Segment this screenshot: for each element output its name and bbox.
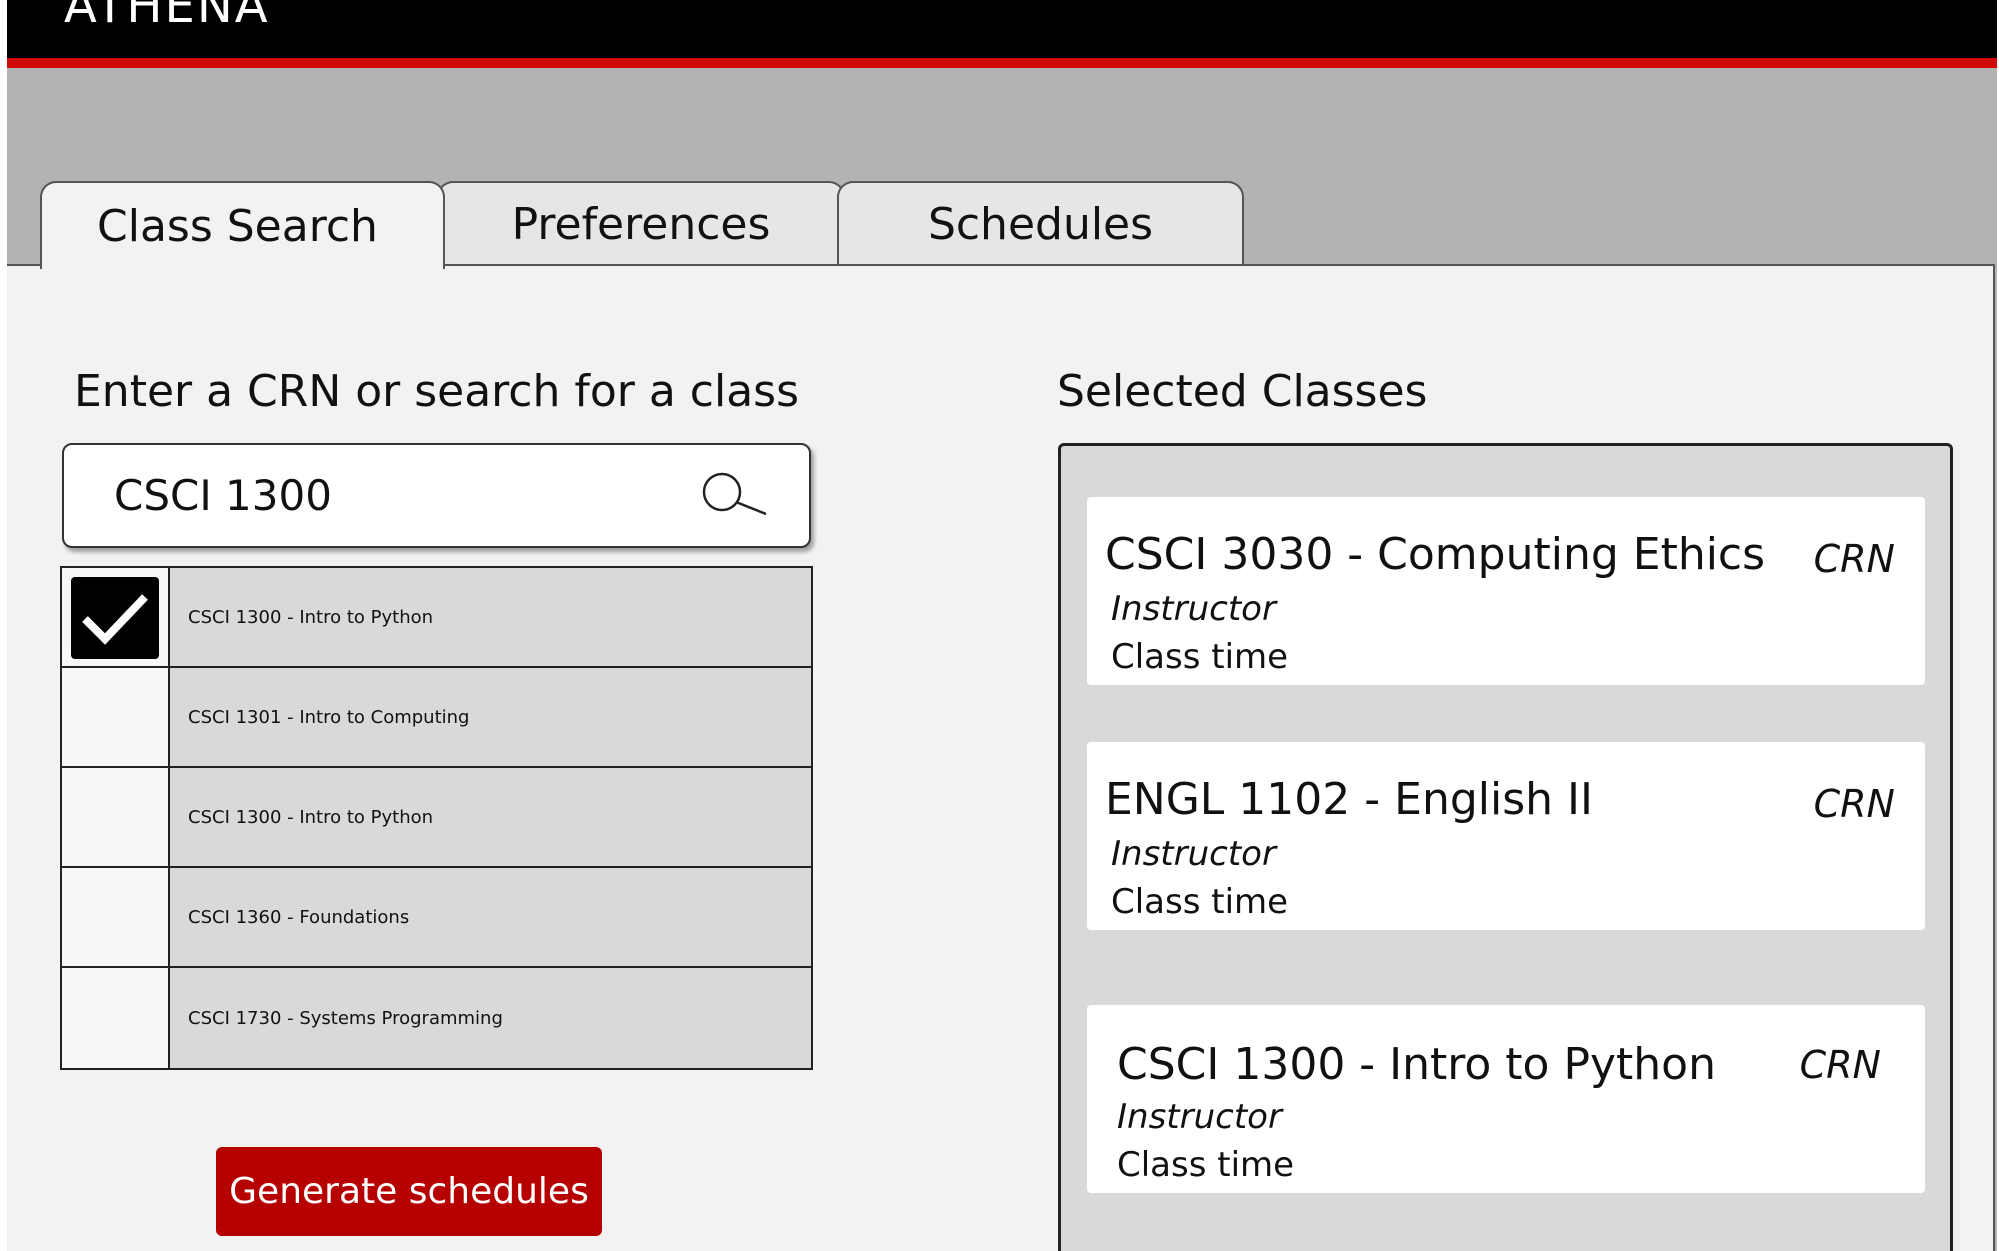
checkmark-icon (82, 594, 148, 645)
result-label[interactable]: CSCI 1300 - Intro to Python (170, 768, 811, 866)
tab-schedules[interactable]: Schedules (837, 181, 1244, 266)
selected-class-card[interactable]: ENGL 1102 - English II CRN Instructor Cl… (1087, 742, 1925, 930)
search-input[interactable] (114, 471, 674, 520)
selected-classes-panel[interactable]: CSCI 3030 - Computing Ethics CRN Instruc… (1058, 443, 1953, 1251)
result-checkbox[interactable] (62, 668, 170, 766)
result-label[interactable]: CSCI 1300 - Intro to Python (170, 568, 811, 666)
class-crn: CRN (1813, 537, 1895, 581)
selected-class-card[interactable]: CSCI 3030 - Computing Ethics CRN Instruc… (1087, 497, 1925, 685)
selected-classes-heading: Selected Classes (1057, 366, 1428, 417)
tab-class-search[interactable]: Class Search (40, 181, 445, 269)
class-crn: CRN (1799, 1043, 1881, 1087)
class-crn: CRN (1813, 782, 1895, 826)
list-item: CSCI 1360 - Foundations (62, 868, 811, 968)
result-checkbox[interactable] (62, 968, 170, 1068)
tab-preferences[interactable]: Preferences (437, 181, 845, 266)
selected-class-card[interactable]: CSCI 1300 - Intro to Python CRN Instruct… (1087, 1005, 1925, 1193)
class-instructor: Instructor (1111, 589, 1276, 629)
result-label[interactable]: CSCI 1360 - Foundations (170, 868, 811, 966)
class-time: Class time (1111, 637, 1289, 677)
result-label[interactable]: CSCI 1730 - Systems Programming (170, 968, 811, 1068)
search-icon[interactable] (702, 470, 774, 526)
class-time: Class time (1117, 1145, 1295, 1185)
class-time: Class time (1111, 882, 1289, 922)
search-label: Enter a CRN or search for a class (74, 366, 800, 417)
app-title: ATHENA (64, 0, 270, 34)
top-bar: ATHENA (7, 0, 1997, 58)
app-window: ATHENA Class Search Preferences Schedule… (7, 0, 1997, 1251)
class-title: ENGL 1102 - English II (1105, 774, 1593, 825)
search-results-list: CSCI 1300 - Intro to Python CSCI 1301 - … (60, 566, 813, 1070)
checkbox-checked (71, 577, 159, 659)
generate-schedules-button[interactable]: Generate schedules (216, 1147, 602, 1236)
result-label[interactable]: CSCI 1301 - Intro to Computing (170, 668, 811, 766)
class-title: CSCI 1300 - Intro to Python (1117, 1039, 1716, 1090)
result-checkbox[interactable] (62, 868, 170, 966)
list-item: CSCI 1300 - Intro to Python (62, 568, 811, 668)
result-checkbox[interactable] (62, 768, 170, 866)
accent-stripe (7, 58, 1997, 68)
list-item: CSCI 1730 - Systems Programming (62, 968, 811, 1068)
class-instructor: Instructor (1117, 1097, 1282, 1137)
result-checkbox[interactable] (62, 568, 170, 666)
search-box[interactable] (62, 443, 811, 548)
class-title: CSCI 3030 - Computing Ethics (1105, 529, 1766, 580)
list-item: CSCI 1301 - Intro to Computing (62, 668, 811, 768)
list-item: CSCI 1300 - Intro to Python (62, 768, 811, 868)
class-instructor: Instructor (1111, 834, 1276, 874)
